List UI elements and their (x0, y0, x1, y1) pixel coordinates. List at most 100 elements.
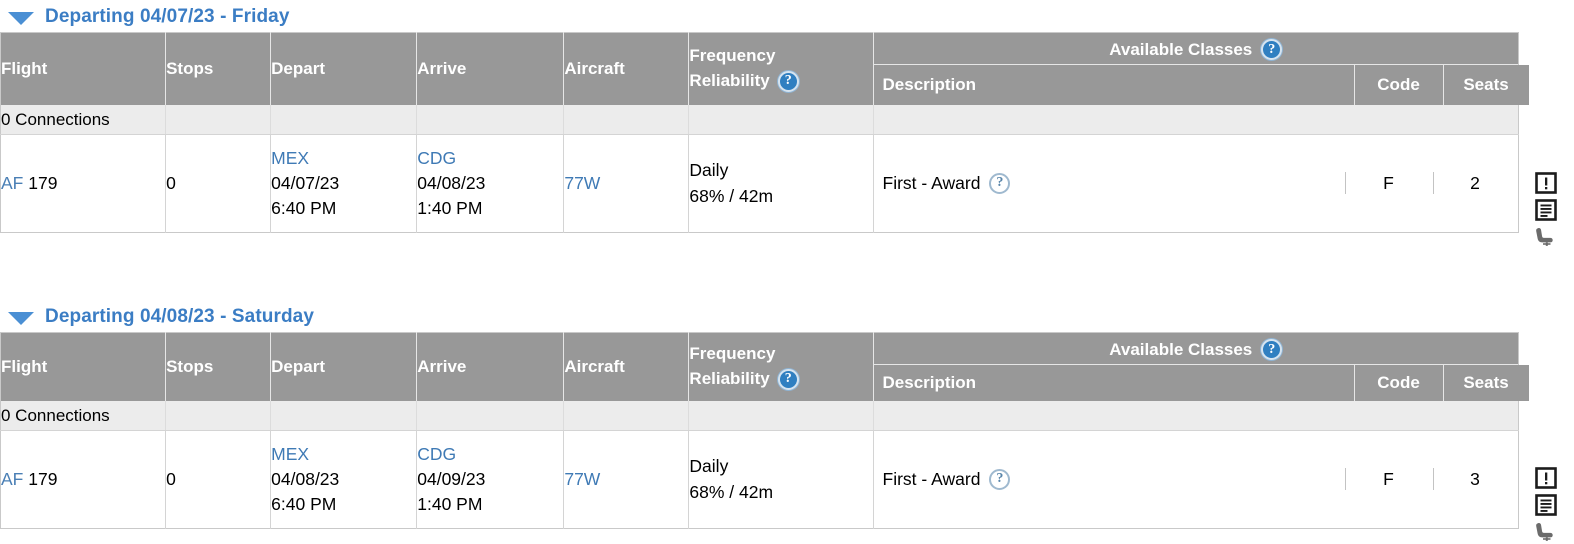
aircraft-link[interactable]: 77W (564, 173, 600, 193)
available-classes-subheader: Description Code Seats (873, 365, 1529, 401)
flights-table-friday: Flight Stops Depart Arrive Aircraft Freq… (0, 32, 1529, 233)
flight-section-friday: Departing 04/07/23 - Friday Flight Stops… (0, 0, 1574, 246)
class-code: F (1383, 172, 1394, 193)
row-actions-friday (1519, 171, 1573, 249)
column-header-frequency-reliability[interactable]: Frequency Reliability ? (688, 332, 874, 401)
available-classes-title: Available Classes ? (873, 33, 1518, 65)
cell-available-classes: First - Award ? F 2 (873, 135, 1518, 233)
connections-filler (270, 401, 418, 431)
connections-filler (416, 401, 565, 431)
column-header-flight[interactable]: Flight (0, 32, 167, 105)
frequency-label: Frequency (689, 46, 776, 66)
column-header-depart[interactable]: Depart (270, 332, 418, 401)
connections-label: 0 Connections (0, 401, 167, 431)
table-row[interactable]: AF 179 0 MEX 04/07/23 6:40 PM CDG 04/08/… (0, 134, 1519, 233)
section-title: Departing 04/08/23 - Saturday (45, 306, 315, 327)
column-header-flight[interactable]: Flight (0, 332, 167, 401)
cell-available-classes: First - Award ? F 3 (873, 431, 1518, 529)
column-header-stops[interactable]: Stops (165, 332, 272, 401)
help-icon-available-classes[interactable]: ? (1261, 339, 1283, 361)
connections-filler (873, 401, 1519, 431)
section-header-friday[interactable]: Departing 04/07/23 - Friday (0, 2, 1574, 32)
cell-flight[interactable]: AF 179 (0, 430, 167, 529)
divider (1344, 468, 1346, 491)
table-header-row: Flight Stops Depart Arrive Aircraft Freq… (0, 32, 1529, 105)
depart-airport-link[interactable]: MEX (271, 442, 416, 467)
column-header-code[interactable]: Code (1354, 365, 1444, 401)
cell-stops: 0 (165, 430, 272, 529)
column-header-aircraft[interactable]: Aircraft (563, 32, 690, 105)
connections-filler (270, 105, 418, 135)
class-seats-cell: 2 (1432, 171, 1518, 196)
reliability-label: Reliability (689, 369, 770, 388)
aircraft-link[interactable]: 77W (564, 469, 600, 489)
connections-filler (563, 105, 690, 135)
help-icon-class-description[interactable]: ? (989, 468, 1011, 490)
connections-row: 0 Connections (0, 105, 1519, 135)
column-header-code[interactable]: Code (1354, 65, 1444, 105)
frequency-value: Daily (689, 160, 729, 181)
column-header-depart[interactable]: Depart (270, 32, 418, 105)
help-icon-class-description[interactable]: ? (989, 172, 1011, 194)
cell-aircraft[interactable]: 77W (563, 430, 690, 529)
reliability-value: 68% / 42m (689, 185, 774, 206)
class-seats: 3 (1470, 468, 1480, 489)
details-icon[interactable] (1534, 198, 1558, 222)
connections-filler (165, 401, 272, 431)
triangle-down-icon[interactable] (8, 11, 34, 25)
column-header-seats[interactable]: Seats (1443, 65, 1529, 105)
column-header-arrive[interactable]: Arrive (416, 32, 565, 105)
cell-aircraft[interactable]: 77W (563, 134, 690, 233)
connections-filler (873, 105, 1519, 135)
column-header-frequency-reliability[interactable]: Frequency Reliability ? (688, 32, 874, 105)
alert-icon[interactable] (1534, 171, 1558, 195)
triangle-down-icon[interactable] (8, 311, 34, 325)
carrier-code-link[interactable]: AF (1, 469, 23, 489)
seat-icon[interactable] (1534, 225, 1558, 249)
class-seats-cell: 3 (1432, 467, 1518, 492)
cell-depart: MEX 04/08/23 6:40 PM (270, 430, 418, 529)
cell-stops: 0 (165, 134, 272, 233)
connections-filler (688, 401, 874, 431)
carrier-code-link[interactable]: AF (1, 173, 23, 193)
available-classes-label: Available Classes (1109, 40, 1253, 60)
help-icon-reliability[interactable]: ? (777, 70, 799, 92)
arrive-time: 1:40 PM (417, 198, 483, 218)
details-icon[interactable] (1534, 493, 1558, 517)
column-header-seats[interactable]: Seats (1443, 365, 1529, 401)
connections-filler (416, 105, 565, 135)
column-header-available-classes: Available Classes ? Description Code Sea… (873, 332, 1529, 401)
column-header-description[interactable]: Description (873, 365, 1355, 401)
flights-table-wrapper-friday: Flight Stops Depart Arrive Aircraft Freq… (0, 32, 1574, 246)
cell-frequency-reliability: Daily 68% / 42m (688, 134, 874, 233)
help-icon-available-classes[interactable]: ? (1261, 39, 1283, 61)
arrive-airport-link[interactable]: CDG (417, 146, 563, 171)
class-description-group: First - Award ? (874, 171, 1345, 196)
cell-depart: MEX 04/07/23 6:40 PM (270, 134, 418, 233)
available-classes-title: Available Classes ? (873, 333, 1518, 365)
divider (1432, 468, 1434, 491)
column-header-description[interactable]: Description (873, 65, 1355, 105)
arrive-date: 04/08/23 (417, 172, 486, 193)
frequency-label: Frequency (689, 344, 776, 364)
column-header-aircraft[interactable]: Aircraft (563, 332, 690, 401)
seat-icon[interactable] (1534, 520, 1558, 544)
arrive-airport-link[interactable]: CDG (417, 442, 563, 467)
depart-date: 04/07/23 (271, 172, 340, 193)
frequency-value: Daily (689, 456, 729, 477)
depart-time: 6:40 PM (271, 494, 337, 514)
flights-table-saturday: Flight Stops Depart Arrive Aircraft Freq… (0, 332, 1529, 529)
depart-airport-link[interactable]: MEX (271, 146, 416, 171)
table-row[interactable]: AF 179 0 MEX 04/08/23 6:40 PM CDG 04/09/… (0, 430, 1519, 529)
alert-icon[interactable] (1534, 466, 1558, 490)
section-header-saturday[interactable]: Departing 04/08/23 - Saturday (0, 302, 1574, 332)
cell-flight[interactable]: AF 179 (0, 134, 167, 233)
connections-label: 0 Connections (0, 105, 167, 135)
help-icon-reliability[interactable]: ? (777, 368, 799, 390)
connections-filler (688, 105, 874, 135)
cell-arrive: CDG 04/08/23 1:40 PM (416, 134, 565, 233)
column-header-stops[interactable]: Stops (165, 32, 272, 105)
column-header-arrive[interactable]: Arrive (416, 332, 565, 401)
class-description: First - Award (882, 172, 981, 193)
reliability-value: 68% / 42m (689, 481, 774, 502)
